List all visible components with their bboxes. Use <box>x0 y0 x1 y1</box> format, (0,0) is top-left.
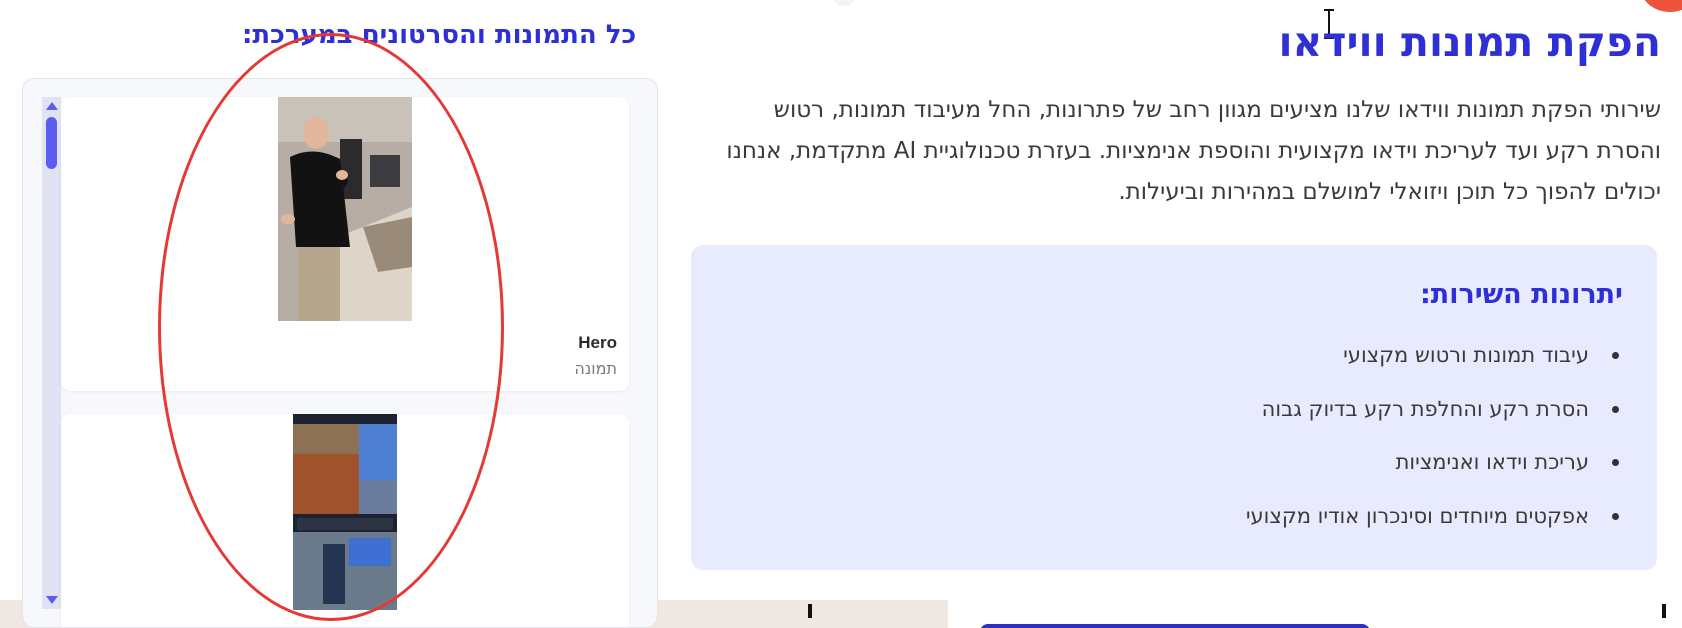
benefit-label: אפקטים מיוחדים וסינכרון אודיו מקצועי <box>1245 503 1589 528</box>
media-card[interactable]: Hero תמונה <box>61 97 629 391</box>
benefit-label: עריכת וידאו ואנימציות <box>1395 450 1589 474</box>
next-section-mark <box>808 604 812 618</box>
media-type: תמונה <box>574 359 617 378</box>
scrollbar-thumb[interactable] <box>46 117 57 169</box>
benefits-list: עיבוד תמונות ורטוש מקצועי הסרת רקע והחלפ… <box>1246 341 1623 555</box>
gallery-panel[interactable]: Hero תמונה <box>22 78 658 628</box>
benefits-title: יתרונות השירות: <box>1419 279 1623 310</box>
page: הפקת תמונות ווידאו שירותי הפקת תמונות וו… <box>0 0 1682 628</box>
benefit-item: עריכת וידאו ואנימציות <box>1246 448 1623 502</box>
speaker-photo <box>278 97 412 321</box>
decorative-orange-circle <box>1640 0 1682 12</box>
media-card[interactable] <box>61 414 629 627</box>
bullet-icon <box>1612 459 1619 466</box>
benefits-panel: יתרונות השירות: עיבוד תמונות ורטוש מקצוע… <box>691 245 1657 570</box>
media-thumbnail[interactable] <box>278 97 412 321</box>
bullet-icon <box>1612 352 1619 359</box>
gallery-title: כל התמונות והסרטונים במערכת: <box>242 20 637 50</box>
benefit-item: אפקטים מיוחדים וסינכרון אודיו מקצועי <box>1246 502 1623 556</box>
benefit-item: הסרת רקע והחלפת רקע בדיוק גבוה <box>1246 395 1623 449</box>
bullet-icon <box>1612 405 1619 413</box>
media-name: Hero <box>578 333 617 352</box>
benefit-label: עיבוד תמונות ורטוש מקצועי <box>1343 343 1589 367</box>
next-section-mark <box>1662 604 1666 618</box>
scroll-up-arrow-icon[interactable] <box>46 102 58 110</box>
benefit-item: עיבוד תמונות ורטוש מקצועי <box>1246 341 1623 395</box>
decorative-dot <box>832 0 856 6</box>
media-thumbnail[interactable] <box>293 414 397 610</box>
event-collage-photo <box>293 414 397 610</box>
next-section-button-peek <box>980 624 1370 628</box>
benefit-label: הסרת רקע והחלפת רקע בדיוק גבוה <box>1261 396 1589 421</box>
service-description: שירותי הפקת תמונות ווידאו שלנו מציעים מג… <box>726 97 1661 205</box>
scroll-down-arrow-icon[interactable] <box>46 596 58 604</box>
gallery-scrollbar[interactable] <box>42 97 61 609</box>
page-title: הפקת תמונות ווידאו <box>1278 18 1661 66</box>
bullet-icon <box>1612 512 1619 520</box>
